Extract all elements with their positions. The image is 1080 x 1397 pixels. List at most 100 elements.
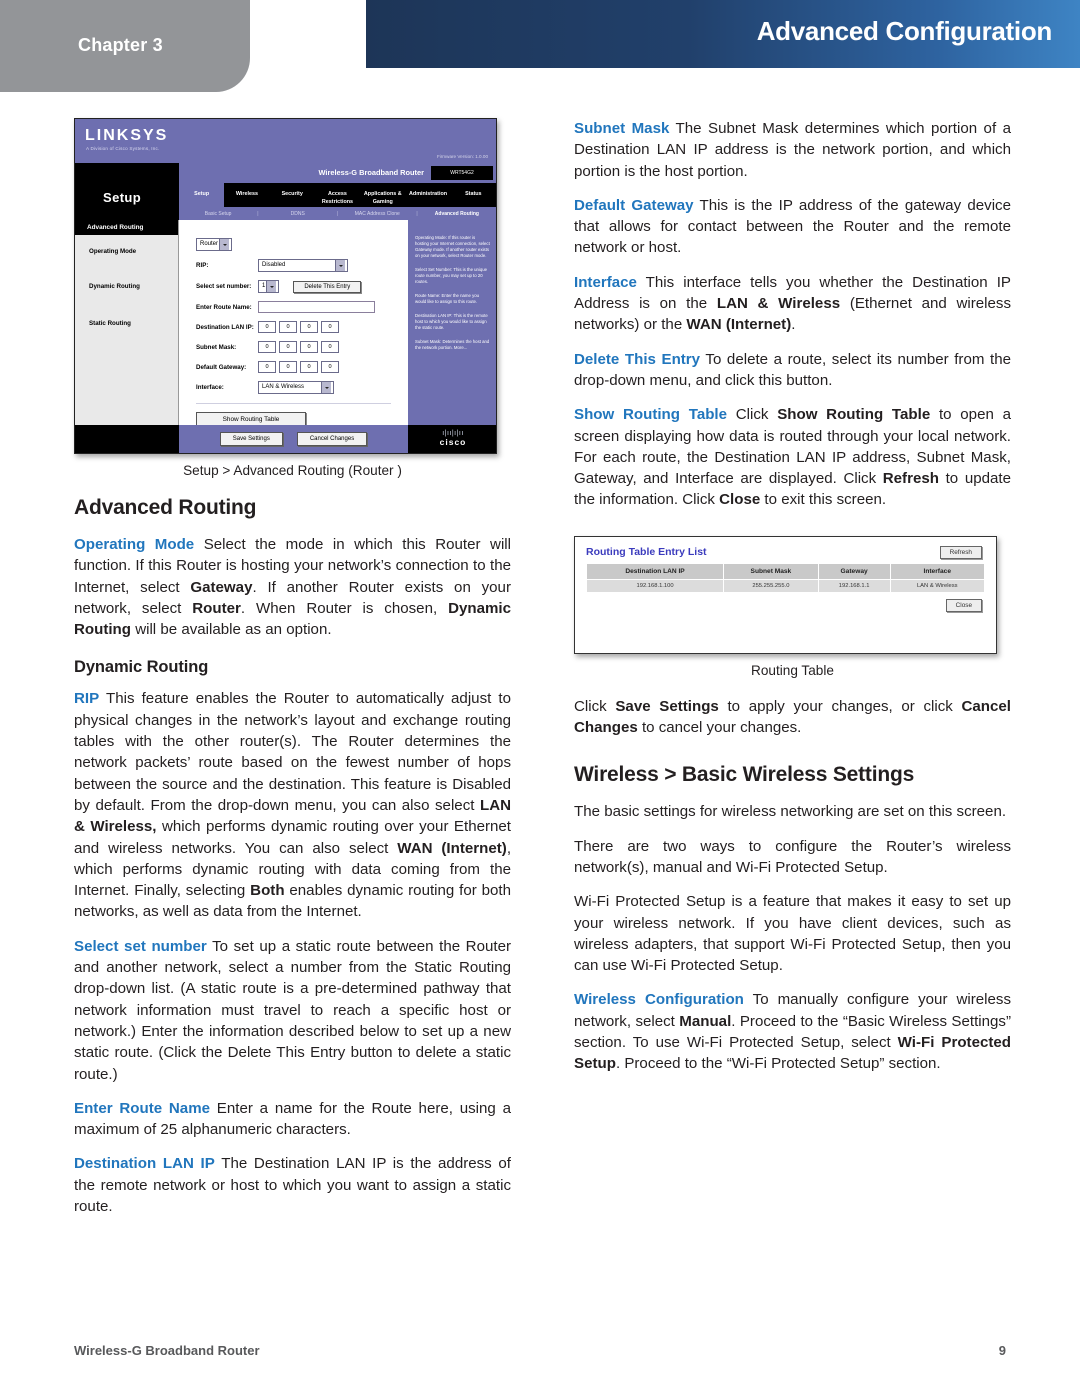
interface-select[interactable]: LAN & Wireless <box>258 381 334 394</box>
cell-gateway: 192.168.1.1 <box>817 578 891 593</box>
linksys-tagline: A Division of Cisco Systems, Inc. <box>86 146 160 151</box>
operating-mode-select[interactable]: Router <box>196 238 233 251</box>
cell-destination-lan-ip: 192.168.1.100 <box>585 578 725 593</box>
octet-input[interactable]: 0 <box>258 321 276 333</box>
term-select-set-number: Select set number <box>74 937 207 955</box>
paragraph-rip: RIP This feature enables the Router to a… <box>74 688 511 922</box>
router-subnav-mac-clone[interactable]: MAC Address Clone <box>338 211 416 217</box>
octet-input[interactable]: 0 <box>279 321 297 333</box>
term-operating-mode: Operating Mode <box>74 536 195 553</box>
select-set-number-select[interactable]: 1 <box>258 280 280 293</box>
paragraph-text: To set up a static route between the Rou… <box>74 937 511 1083</box>
paragraph-text: Click Save Settings to apply your change… <box>574 697 1011 737</box>
paragraph-text: Wi-Fi Protected Setup is a feature that … <box>574 893 1011 975</box>
select-set-number-label: Select set number: <box>196 283 252 290</box>
rip-row: RIP: Disabled <box>196 259 407 272</box>
cisco-bars-icon: ı|ıı|ı|ıı <box>442 430 464 437</box>
paragraph-interface: Interface This interface tells you wheth… <box>574 272 1011 336</box>
term-show-routing-table: Show Routing Table <box>574 406 728 424</box>
routing-table-refresh-button[interactable]: Refresh <box>939 545 982 559</box>
router-tab-wireless[interactable]: Wireless <box>224 183 269 207</box>
router-subnav-ddns[interactable]: DDNS <box>259 211 337 217</box>
paragraph-destination-lan-ip: Destination LAN IP The Destination LAN I… <box>74 1153 511 1217</box>
router-body: Advanced Routing Operating Mode Dynamic … <box>75 220 496 427</box>
router-subnav-advanced-routing[interactable]: Advanced Routing <box>418 211 496 217</box>
help-text-destination-lan-ip: Destination LAN IP: This is the remote h… <box>415 313 488 330</box>
router-tab-setup[interactable]: Setup <box>179 183 225 207</box>
router-label-operating-mode: Operating Mode <box>89 248 137 255</box>
octet-input[interactable]: 0 <box>279 361 297 373</box>
subsection-title-dynamic-routing: Dynamic Routing <box>74 658 209 677</box>
router-tab-administration[interactable]: Administration <box>405 183 450 207</box>
term-enter-route-name: Enter Route Name <box>74 1099 211 1117</box>
delete-this-entry-button[interactable]: Delete This Entry <box>293 280 362 293</box>
octet-input[interactable]: 0 <box>258 341 276 353</box>
interface-row: Interface: LAN & Wireless <box>196 381 407 394</box>
octet-input[interactable]: 0 <box>279 341 297 353</box>
default-gateway-octets: 0 0 0 0 <box>258 361 339 373</box>
default-gateway-label: Default Gateway: <box>196 363 247 371</box>
paragraph-operating-mode: Operating Mode Select the mode in which … <box>74 534 511 640</box>
firmware-version: Firmware Version: 1.0.00 <box>436 154 488 159</box>
cisco-wordmark: cisco <box>439 437 467 447</box>
router-label-dynamic-routing: Dynamic Routing <box>89 283 140 290</box>
operating-mode-row: Router <box>196 238 407 251</box>
linksys-logo: LINKSYS <box>85 127 169 144</box>
term-delete-this-entry: Delete This Entry <box>574 350 701 368</box>
paragraph-text: There are two ways to configure the Rout… <box>574 837 1011 876</box>
router-subnav[interactable]: Basic Setup | DDNS | MAC Address Clone |… <box>179 207 496 220</box>
router-nav-area: Setup Wireless-G Broadband Router WRT54G… <box>75 163 496 255</box>
octet-input[interactable]: 0 <box>300 341 318 353</box>
subnet-mask-row: Subnet Mask: 0 0 0 0 <box>196 341 407 353</box>
router-panel-title: Advanced Routing <box>75 220 178 235</box>
router-tab-status[interactable]: Status <box>451 183 496 207</box>
term-subnet-mask: Subnet Mask <box>574 120 670 137</box>
octet-input[interactable]: 0 <box>300 321 318 333</box>
interface-label: Interface: <box>196 384 224 391</box>
paragraph-text: This feature enables the Router to autom… <box>74 690 512 921</box>
paragraph-subnet-mask: Subnet Mask The Subnet Mask determines w… <box>574 118 1011 182</box>
octet-input[interactable]: 0 <box>321 361 339 373</box>
cisco-logo: ı|ıı|ı|ıı cisco <box>418 430 488 447</box>
footer-product-name: Wireless-G Broadband Router <box>74 1343 260 1358</box>
router-subnav-basic-setup[interactable]: Basic Setup <box>179 211 257 217</box>
paragraph-select-set-number: Select set number To set up a static rou… <box>74 936 511 1085</box>
section-title-basic-wireless-settings: Wireless > Basic Wireless Settings <box>574 763 915 787</box>
paragraph-text: This interface tells you whether the Des… <box>574 273 1012 334</box>
right-column: Subnet Mask The Subnet Mask determines w… <box>574 118 1011 1075</box>
header-banner: Advanced Configuration <box>366 0 1080 68</box>
column-header-gateway: Gateway <box>817 562 891 580</box>
router-footer-bar: Save Settings Cancel Changes ı|ıı|ı|ıı c… <box>75 425 496 453</box>
cancel-changes-button[interactable]: Cancel Changes <box>296 432 368 446</box>
table-header-row: Destination LAN IP Subnet Mask Gateway I… <box>585 562 986 580</box>
routing-table-figure: Routing Table Entry List Refresh Destina… <box>574 535 1011 678</box>
paragraph-basic-settings-intro: The basic settings for wireless networki… <box>574 801 1011 822</box>
router-tab-access-restrictions[interactable]: Access Restrictions <box>315 183 360 207</box>
octet-input[interactable]: 0 <box>258 361 276 373</box>
router-admin-screenshot: LINKSYS A Division of Cisco Systems, Inc… <box>74 118 497 454</box>
column-header-subnet-mask: Subnet Mask <box>723 562 819 580</box>
paragraph-show-routing-table: Show Routing Table Click Show Routing Ta… <box>574 404 1011 510</box>
octet-input[interactable]: 0 <box>321 341 339 353</box>
router-footer-buttons: Save Settings Cancel Changes <box>179 425 408 453</box>
route-name-input[interactable] <box>258 301 375 313</box>
cell-subnet-mask: 255.255.255.0 <box>723 578 819 593</box>
router-label-static-routing: Static Routing <box>89 320 131 327</box>
rip-select[interactable]: Disabled <box>258 259 348 272</box>
router-nav-tabs[interactable]: Setup Wireless Security Access Restricti… <box>179 183 496 207</box>
term-destination-lan-ip: Destination LAN IP <box>74 1155 215 1173</box>
paragraph-enter-route-name: Enter Route Name Enter a name for the Ro… <box>74 1098 511 1141</box>
octet-input[interactable]: 0 <box>321 321 339 333</box>
routing-table-close-button[interactable]: Close <box>945 598 982 612</box>
save-settings-button[interactable]: Save Settings <box>219 432 283 446</box>
page-title: Advanced Configuration <box>756 16 1053 46</box>
chapter-tab: Chapter 3 <box>0 0 250 92</box>
router-tab-applications-gaming[interactable]: Applications & Gaming <box>360 183 405 207</box>
router-side-title: Setup <box>103 190 142 205</box>
router-tab-security[interactable]: Security <box>270 183 315 207</box>
octet-input[interactable]: 0 <box>300 361 318 373</box>
routing-table-screenshot: Routing Table Entry List Refresh Destina… <box>574 535 997 654</box>
paragraph-two-ways: There are two ways to configure the Rout… <box>574 836 1011 879</box>
router-ui-figure: LINKSYS A Division of Cisco Systems, Inc… <box>74 118 511 478</box>
